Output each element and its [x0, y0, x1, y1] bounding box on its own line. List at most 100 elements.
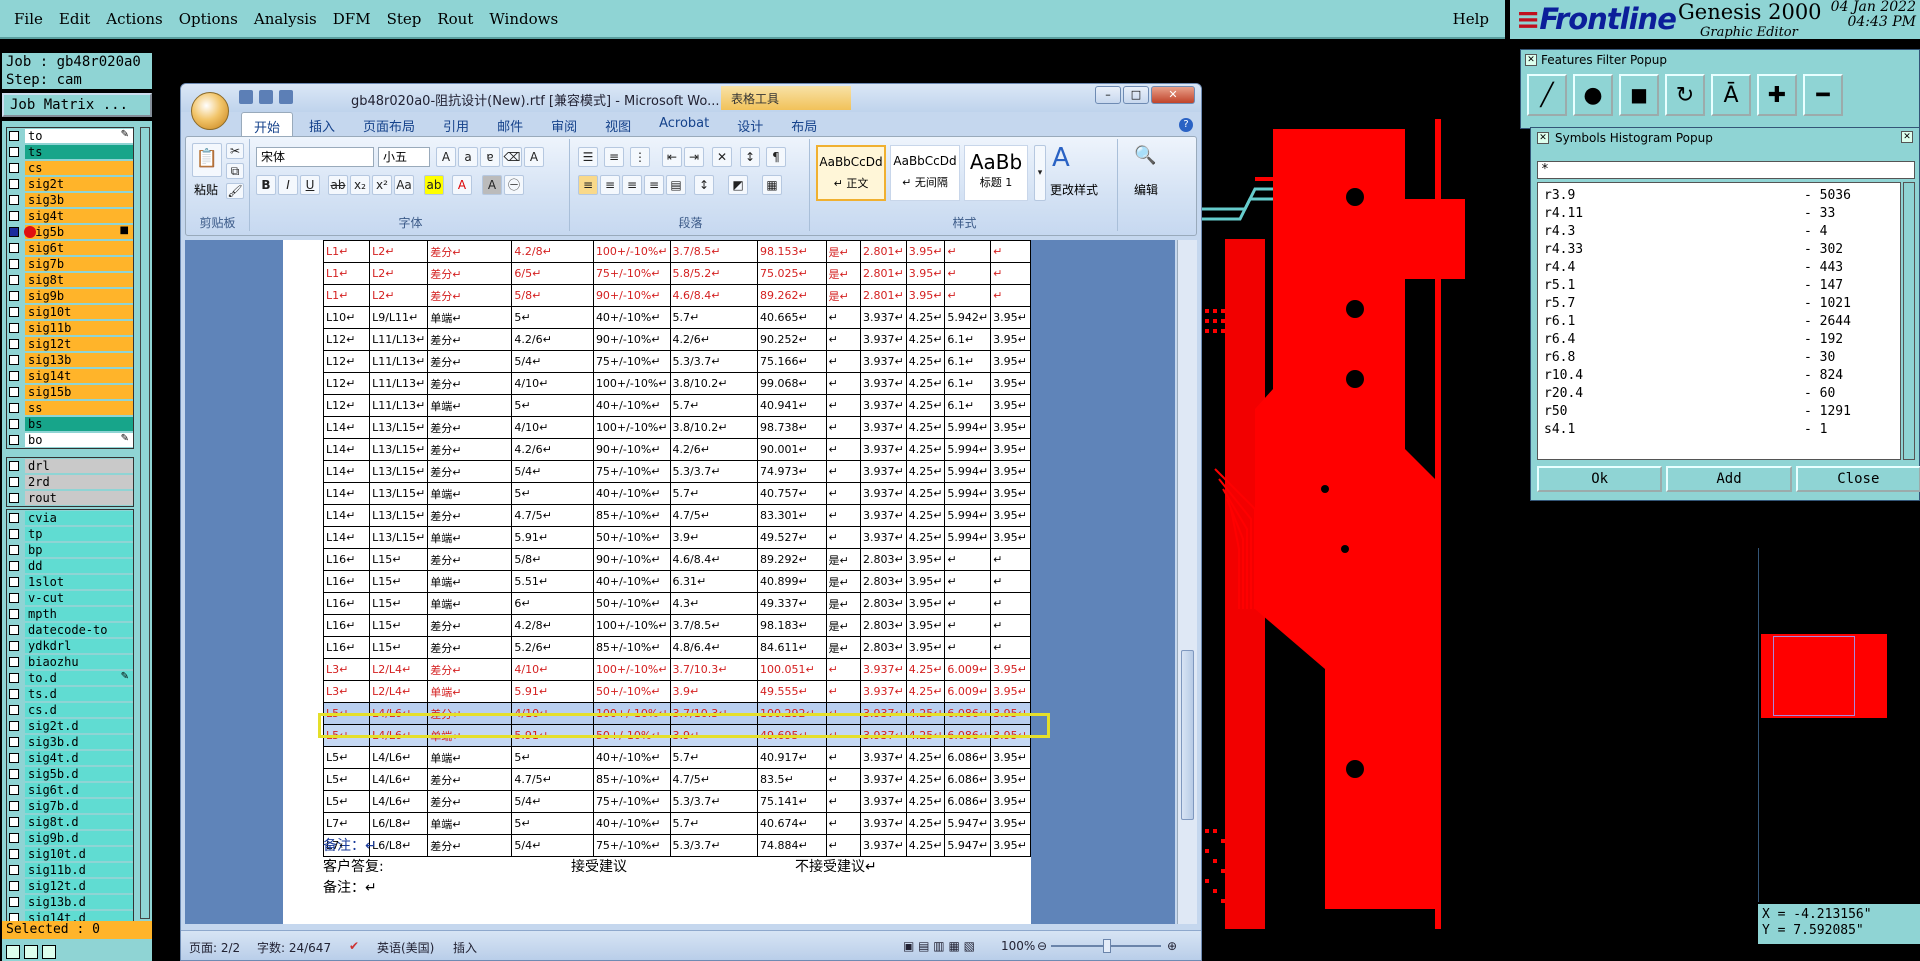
table-cell[interactable]: 90+/-10%↵	[592, 328, 671, 351]
layer-checkbox[interactable]	[9, 689, 19, 699]
table-cell[interactable]: 4.2/8↵	[511, 614, 594, 637]
table-cell[interactable]: 差分↵	[427, 548, 513, 571]
layer-row-tp[interactable]: tp	[7, 526, 133, 542]
char-border-icon[interactable]: A	[524, 147, 544, 167]
font-size-select[interactable]: 小五	[378, 147, 430, 167]
layer-name[interactable]: sig4t	[25, 209, 133, 223]
table-cell[interactable]: 差分↵	[427, 284, 513, 307]
proofing-icon[interactable]: ✔	[349, 939, 359, 953]
table-cell[interactable]: L15↵	[369, 548, 429, 571]
layer-name[interactable]: sig4t.d	[25, 751, 133, 765]
table-cell[interactable]: 75+/-10%↵	[592, 790, 671, 813]
table-cell[interactable]: 5.2/6↵	[511, 636, 594, 659]
table-row[interactable]: L5↵ L4/L6↵ 差分↵ 4.7/5↵ 85+/-10%↵ 4.7/5↵ 83.5↵ ↵ 3…	[322, 768, 1031, 791]
menu-help[interactable]: Help	[1453, 10, 1489, 28]
highlight-icon[interactable]: ab	[424, 175, 444, 195]
table-cell[interactable]: 差分↵	[427, 328, 513, 351]
style-heading-1[interactable]: AaBb 标题 1	[964, 145, 1028, 201]
table-cell[interactable]: 单端↵	[427, 394, 513, 417]
table-cell[interactable]: ↵	[825, 372, 861, 395]
table-cell[interactable]: 3.937↵	[859, 526, 907, 549]
table-cell[interactable]: 4.25↵	[905, 394, 946, 417]
layer-name[interactable]: sig6t	[25, 241, 133, 255]
table-cell[interactable]: 4/10↵	[511, 416, 594, 439]
decrease-indent-icon[interactable]: ⇤	[662, 147, 682, 167]
tab-insert[interactable]: 插入	[297, 112, 347, 136]
table-cell[interactable]: 74.973↵	[756, 460, 827, 483]
layer-name[interactable]: dd	[25, 559, 133, 573]
table-cell[interactable]: ↵	[825, 416, 861, 439]
layer-row-sig5b[interactable]: sig5b ■	[7, 224, 133, 240]
layer-checkbox[interactable]	[9, 833, 19, 843]
table-cell[interactable]: 3.937↵	[859, 460, 907, 483]
layer-checkbox[interactable]	[9, 817, 19, 827]
table-cell[interactable]: 差分↵	[427, 790, 513, 813]
zoom-out-icon[interactable]: ⊖	[1037, 939, 1047, 953]
histogram-row[interactable]: r4.11 - 33	[1544, 205, 1894, 223]
table-cell[interactable]: L10↵	[322, 306, 371, 329]
layer-name[interactable]: sig14t	[25, 369, 133, 383]
table-cell[interactable]: 差分↵	[427, 438, 513, 461]
table-cell[interactable]: 6.086↵	[944, 746, 992, 769]
table-row[interactable]: L5↵ L4/L6↵ 单端↵ 5↵ 40+/-10%↵ 5.7↵ 40.917↵ ↵ 3.937…	[322, 746, 1031, 769]
layer-row-sig9b.d[interactable]: sig9b.d	[7, 830, 133, 846]
table-cell[interactable]: 是↵	[825, 614, 861, 637]
layer-row-biaozhu[interactable]: biaozhu	[7, 654, 133, 670]
table-cell[interactable]: 5/4↵	[511, 350, 594, 373]
table-cell[interactable]: 3.937↵	[859, 350, 907, 373]
layer-name[interactable]: sig2t	[25, 177, 133, 191]
layer-row-bo[interactable]: bo ✎	[7, 432, 133, 448]
table-row[interactable]: L14↵ L13/L15↵ 差分↵ 4.2/6↵ 90+/-10%↵ 4.2/6↵ 90.0…	[322, 438, 1031, 461]
layer-checkbox[interactable]	[9, 721, 19, 731]
histogram-row[interactable]: r3.9 - 5036	[1544, 187, 1894, 205]
layer-checkbox[interactable]	[9, 403, 19, 413]
table-cell[interactable]: 6.1↵	[944, 328, 992, 351]
table-cell[interactable]: ↵	[990, 592, 1031, 615]
align-left-icon[interactable]: ≡	[578, 175, 598, 195]
table-cell[interactable]: 40+/-10%↵	[592, 482, 671, 505]
table-cell[interactable]: L13/L15↵	[369, 438, 429, 461]
layer-name[interactable]: sig7b.d	[25, 799, 133, 813]
layer-name[interactable]: bp	[25, 543, 133, 557]
table-cell[interactable]: 3.95↵	[905, 262, 946, 285]
layer-row-sig9b[interactable]: sig9b	[7, 288, 133, 304]
table-cell[interactable]: 是↵	[825, 240, 861, 263]
layer-row-sig6t[interactable]: sig6t	[7, 240, 133, 256]
tab-references[interactable]: 引用	[431, 112, 481, 136]
table-cell[interactable]: L2/L4↵	[369, 680, 429, 703]
table-cell[interactable]: L11/L13↵	[369, 328, 429, 351]
table-cell[interactable]: 5/8↵	[511, 548, 594, 571]
table-cell[interactable]: ↵	[990, 636, 1031, 659]
layer-row-sig8t[interactable]: sig8t	[7, 272, 133, 288]
undo-icon[interactable]	[259, 90, 273, 104]
table-cell[interactable]: 4.25↵	[905, 460, 946, 483]
superscript-icon[interactable]: x²	[372, 175, 392, 195]
table-cell[interactable]: 单端↵	[427, 746, 513, 769]
layer-row-sig5b.d[interactable]: sig5b.d	[7, 766, 133, 782]
table-cell[interactable]: 3.95↵	[905, 570, 946, 593]
table-cell[interactable]: ↵	[825, 746, 861, 769]
table-row[interactable]: L14↵ L13/L15↵ 单端↵ 5↵ 40+/-10%↵ 5.7↵ 40.757↵ ↵ 3.…	[322, 482, 1031, 505]
table-cell[interactable]: 3.8/10.2↵	[669, 372, 758, 395]
tab-mailings[interactable]: 邮件	[485, 112, 535, 136]
layer-scrollbar[interactable]	[140, 127, 150, 919]
layer-checkbox[interactable]	[9, 323, 19, 333]
layer-row-sig2t.d[interactable]: sig2t.d	[7, 718, 133, 734]
table-row[interactable]: L14↵ L13/L15↵ 差分↵ 4/10↵ 100+/-10%↵ 3.8/10.2↵ 9…	[322, 416, 1031, 439]
table-cell[interactable]: ↵	[944, 614, 992, 637]
table-cell[interactable]: 75.166↵	[756, 350, 827, 373]
table-cell[interactable]: ↵	[825, 504, 861, 527]
table-cell[interactable]: 差分↵	[427, 768, 513, 791]
table-cell[interactable]: 49.555↵	[756, 680, 827, 703]
table-cell[interactable]: 5.947↵	[944, 812, 992, 835]
borders-icon[interactable]: ▦	[762, 175, 782, 195]
table-cell[interactable]: 5.3/3.7↵	[669, 350, 758, 373]
table-cell[interactable]: 4.2/6↵	[511, 328, 594, 351]
table-row[interactable]: L7↵ L6/L8↵ 单端↵ 5↵ 40+/-10%↵ 5.7↵ 40.674↵ ↵ 3.937…	[322, 812, 1031, 835]
table-cell[interactable]: ↵	[825, 812, 861, 835]
table-cell[interactable]: 90.001↵	[756, 438, 827, 461]
table-cell[interactable]: 是↵	[825, 570, 861, 593]
layer-row-sig12t[interactable]: sig12t	[7, 336, 133, 352]
layer-name[interactable]: 1slot	[25, 575, 133, 589]
table-cell[interactable]: 6.086↵	[944, 768, 992, 791]
